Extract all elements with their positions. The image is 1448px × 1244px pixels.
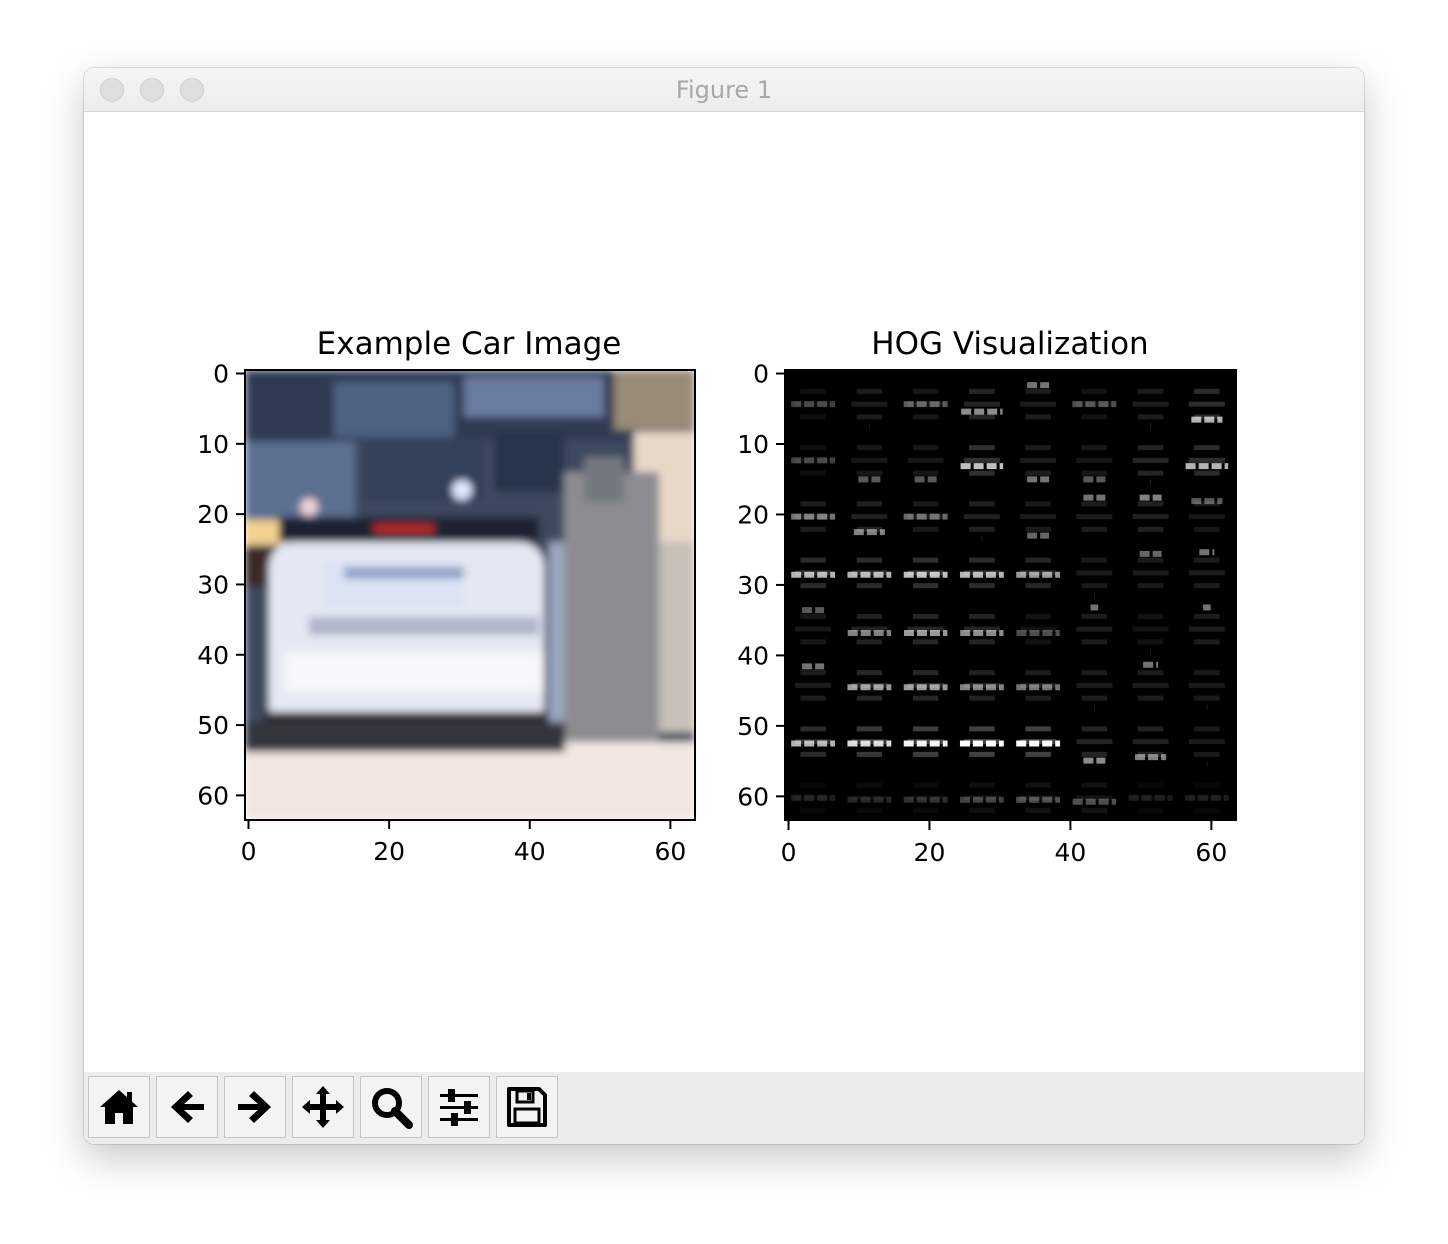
configure-subplots-button[interactable] — [428, 1076, 490, 1138]
figure-window: Figure 1 Example Car Image 0 10 20 30 40… — [84, 68, 1364, 1144]
hog-cell — [795, 607, 832, 645]
zoom-icon — [372, 1088, 413, 1129]
y-tick-label: 40 — [197, 641, 229, 670]
x-tick-label: 40 — [1054, 838, 1086, 867]
configure-subplots-icon — [440, 1089, 478, 1126]
y-axis: 0 10 20 30 40 50 60 — [197, 360, 245, 810]
hog-cell — [1188, 549, 1225, 589]
figure-plot-area: Example Car Image 0102030405060 0 20 40 … — [197, 326, 1237, 867]
x-tick-label: 60 — [654, 837, 686, 866]
subplot-car-image: Example Car Image 0102030405060 0 20 40 … — [197, 326, 696, 866]
x-tick-label: 0 — [781, 838, 797, 867]
car-image — [245, 370, 695, 820]
y-tick-label: 0 — [213, 360, 229, 389]
x-tick-label: 20 — [373, 837, 405, 866]
figure-canvas[interactable]: Example Car Image 0 10 20 30 40 50 60 0 … — [84, 112, 1364, 1072]
hog-image-background — [785, 370, 1236, 820]
zoom-button[interactable] — [360, 1076, 422, 1138]
save-button[interactable] — [496, 1076, 558, 1138]
y-tick-label: 20 — [737, 500, 769, 529]
y-tick-label: 60 — [197, 781, 229, 810]
hog-cell — [795, 663, 832, 701]
hog-cell — [1020, 382, 1057, 420]
y-tick-label: 0 — [753, 360, 769, 389]
x-axis: 0 20 40 60 — [241, 820, 686, 866]
y-tick-label: 30 — [197, 570, 229, 599]
y-axis: 0 10 20 30 40 50 60 — [737, 360, 785, 811]
forward-arrow-icon — [238, 1091, 271, 1123]
x-tick-label: 0 — [241, 837, 257, 866]
y-tick-label: 20 — [197, 500, 229, 529]
hog-cell — [1132, 661, 1169, 701]
subplot-hog: HOG Visualization 0 10 20 30 40 50 60 0 20 40 60 — [737, 326, 1237, 867]
subplot-title: Example Car Image — [317, 326, 622, 362]
back-arrow-icon — [171, 1091, 204, 1123]
x-axis: 0 20 40 60 — [781, 821, 1227, 867]
title-bar: Figure 1 — [84, 68, 1364, 112]
x-tick-label: 60 — [1195, 838, 1227, 867]
y-tick-label: 10 — [737, 430, 769, 459]
pan-button[interactable] — [292, 1076, 354, 1138]
save-icon — [507, 1087, 547, 1127]
navigation-toolbar — [84, 1072, 1364, 1144]
hog-cell — [1076, 494, 1113, 532]
hog-cell — [1188, 498, 1225, 532]
pan-icon — [302, 1086, 344, 1128]
forward-button[interactable] — [224, 1076, 286, 1138]
y-tick-label: 60 — [737, 782, 769, 811]
x-tick-label: 20 — [914, 838, 946, 867]
hog-cell — [1132, 494, 1169, 532]
y-tick-label: 10 — [197, 430, 229, 459]
y-tick-label: 50 — [197, 711, 229, 740]
window-title: Figure 1 — [675, 76, 773, 104]
back-button[interactable] — [156, 1076, 218, 1138]
x-tick-label: 40 — [514, 837, 546, 866]
home-button[interactable] — [88, 1076, 150, 1138]
hog-cell — [1132, 550, 1169, 589]
home-icon — [100, 1090, 138, 1124]
y-tick-label: 40 — [737, 641, 769, 670]
y-tick-label: 30 — [737, 571, 769, 600]
subplot-title: HOG Visualization — [871, 326, 1148, 362]
y-tick-label: 50 — [737, 712, 769, 741]
